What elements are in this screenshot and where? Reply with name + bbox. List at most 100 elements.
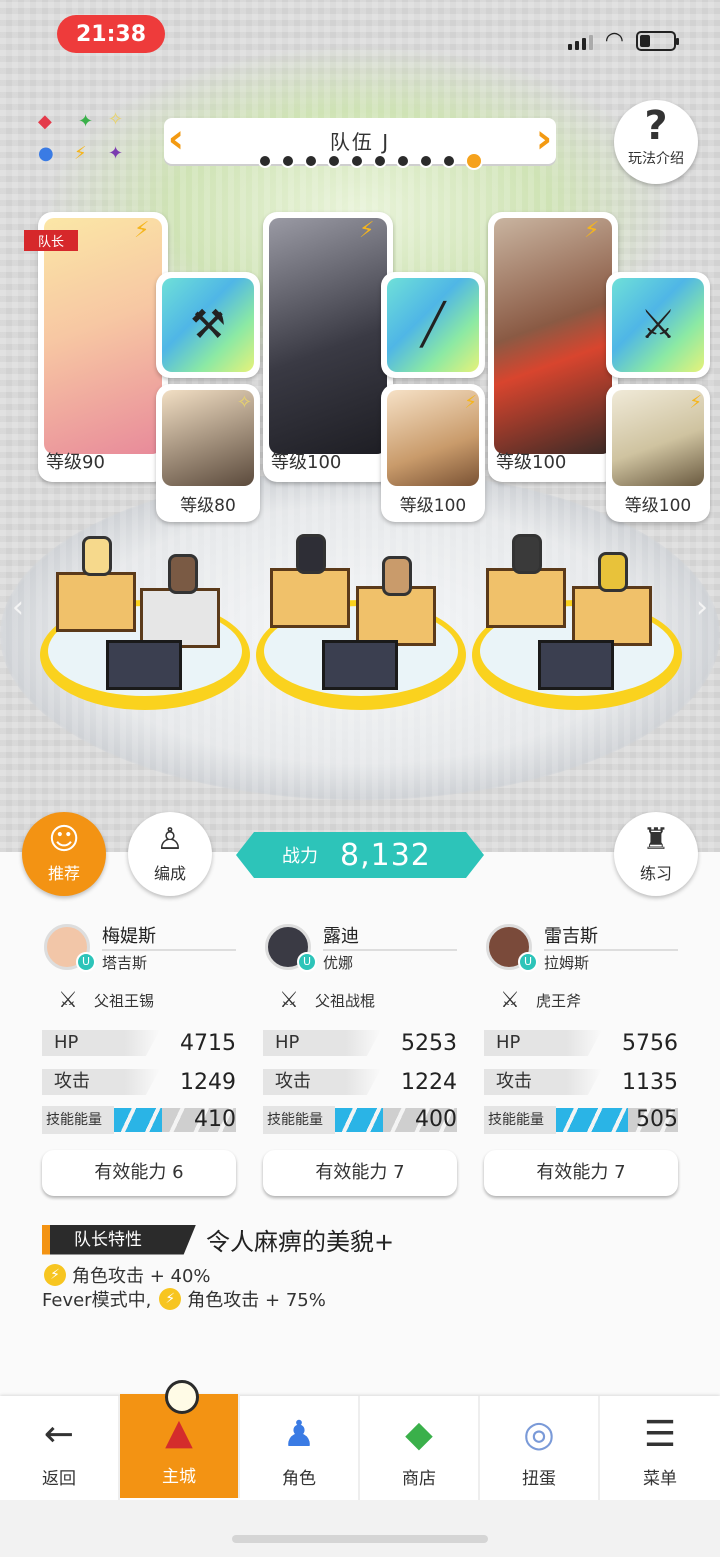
buff-text: 角色攻击 + 75% <box>187 1290 326 1311</box>
element-chart[interactable]: ◆ ✦ ✧ ● ⚡ ✦ <box>34 108 130 168</box>
main-character-card[interactable]: 等级100 <box>263 212 393 482</box>
diorama-slot-2[interactable] <box>256 534 466 710</box>
sub-character-name: 拉姆斯 <box>544 954 590 972</box>
help-button[interactable]: ? 玩法介绍 <box>614 100 698 184</box>
weapon-name: 父祖战棍 <box>315 991 376 1010</box>
weapon-card[interactable]: ⚒ <box>156 272 260 378</box>
formation-button[interactable]: ♙ 编成 <box>128 812 212 896</box>
character-stats-3: U 雷吉斯 拉姆斯 ⚔ 虎王斧 HP 5756 攻击 1135 技能能量 505 有… <box>484 922 678 1196</box>
pixel-character <box>82 536 112 576</box>
party-slot-1[interactable]: 等级90 队长 ⚡ ⚒ ✧ 等级80 <box>24 212 260 522</box>
tab-main-city[interactable]: ▲ 主城 <box>120 1380 240 1498</box>
attack-value: 1224 <box>401 1069 457 1095</box>
light-element-icon: ✧ <box>108 109 124 130</box>
main-character-card[interactable]: 等级90 <box>38 212 168 482</box>
combat-power-value: 8,132 <box>340 837 431 873</box>
weapon-pedestal <box>106 640 182 690</box>
status-time: 21:38 <box>57 15 165 53</box>
buff-text: 角色攻击 + 40% <box>72 1266 211 1287</box>
leader-skill: 队长特性 令人麻痹的美貌+ <box>42 1222 394 1257</box>
skill-energy-label: 技能能量 <box>484 1106 556 1134</box>
bottom-nav: ← 返回 ▲ 主城 ♟ 角色 ◆ 商店 ◎ 扭蛋 ☰ 菜单 <box>0 1380 720 1500</box>
diorama-slot-1[interactable] <box>40 536 250 710</box>
dark-element-icon: ✦ <box>108 143 124 164</box>
attack-value: 1135 <box>622 1069 678 1095</box>
castle-icon: ▲ <box>165 1412 193 1453</box>
page-dot[interactable] <box>419 154 433 168</box>
thunder-element-icon: ⚡ <box>159 1288 182 1310</box>
party-slot-3[interactable]: 等级100 ⚡ ⚔ ⚡ 等级100 <box>480 212 710 522</box>
page-dot[interactable] <box>373 154 387 168</box>
unit-badge-icon: U <box>518 952 538 972</box>
tab-shop[interactable]: ◆ 商店 <box>360 1396 480 1500</box>
sub-character-card[interactable]: ✧ 等级80 <box>156 384 260 522</box>
combat-power-banner: 战力 8,132 <box>236 832 484 878</box>
page-dot[interactable] <box>281 154 295 168</box>
leader-buff-2: Fever模式中, ⚡ 角色攻击 + 75% <box>42 1286 326 1312</box>
party-slot-2[interactable]: 等级100 ⚡ ╱ ⚡ 等级100 <box>255 212 485 522</box>
sub-character-name: 塔吉斯 <box>102 954 148 972</box>
page-dot[interactable] <box>258 154 272 168</box>
character-portrait <box>269 218 387 454</box>
weapon-card[interactable]: ╱ <box>381 272 485 378</box>
tab-label: 商店 <box>402 1469 436 1489</box>
effective-ability-button[interactable]: 有效能力 6 <box>42 1150 236 1196</box>
axe-icon: ⚔ <box>640 302 676 348</box>
scene-right-arrow-icon: › <box>696 590 708 625</box>
sub-character-card[interactable]: ⚡ 等级100 <box>606 384 710 522</box>
skill-energy: 技能能量 410 <box>42 1106 236 1134</box>
attack-label: 攻击 <box>263 1069 381 1095</box>
tab-characters[interactable]: ♟ 角色 <box>240 1396 360 1500</box>
pixel-character <box>296 534 326 574</box>
training-dummy-icon: ♜ <box>642 822 670 857</box>
tab-gacha[interactable]: ◎ 扭蛋 <box>480 1396 600 1500</box>
blue-element-icon: ● <box>38 143 54 164</box>
tab-menu[interactable]: ☰ 菜单 <box>600 1396 720 1500</box>
tab-label: 菜单 <box>643 1469 677 1489</box>
diorama-slot-3[interactable] <box>472 534 682 710</box>
pixel-character <box>512 534 542 574</box>
next-team-arrow-icon[interactable]: › <box>530 118 558 164</box>
character-figure-icon: ♟ <box>282 1414 316 1455</box>
sub-level: 等级80 <box>180 496 236 516</box>
pixel-character <box>598 552 628 592</box>
sub-character-card[interactable]: ⚡ 等级100 <box>381 384 485 522</box>
weapon-card[interactable]: ⚔ <box>606 272 710 378</box>
team-name: 队伍 J <box>329 130 391 154</box>
page-dot[interactable] <box>396 154 410 168</box>
effective-ability-button[interactable]: 有效能力 7 <box>484 1150 678 1196</box>
page-dot[interactable] <box>327 154 341 168</box>
skill-energy-label: 技能能量 <box>42 1106 114 1134</box>
effective-ability-button[interactable]: 有效能力 7 <box>263 1150 457 1196</box>
page-dot[interactable] <box>350 154 364 168</box>
person-gear-icon: ♙ <box>156 822 184 857</box>
leader-skill-title: 令人麻痹的美貌+ <box>206 1228 395 1256</box>
page-dot[interactable] <box>304 154 318 168</box>
leader-skill-label: 队长特性 <box>42 1224 196 1255</box>
practice-button[interactable]: ♜ 练习 <box>614 812 698 896</box>
pixel-character <box>382 556 412 596</box>
green-element-icon: ✦ <box>78 111 94 132</box>
weapon-icon: ⚔ <box>58 987 78 1013</box>
page-dot-active[interactable] <box>465 152 483 170</box>
recommend-button[interactable]: ☺ 推荐 <box>22 812 106 896</box>
character-group-icon: ☺ <box>48 822 80 857</box>
staff-icon: ╱ <box>420 302 446 348</box>
back-arrow-icon: ← <box>43 1414 75 1455</box>
red-element-icon: ◆ <box>38 111 52 132</box>
weapon-name: 虎王斧 <box>536 991 582 1010</box>
tab-label: 主城 <box>162 1467 196 1487</box>
unit-badge-icon: U <box>297 952 317 972</box>
practice-label: 练习 <box>639 864 672 883</box>
page-dot[interactable] <box>442 154 456 168</box>
character-portrait <box>494 218 612 454</box>
hp-label: HP <box>263 1030 381 1056</box>
tab-back[interactable]: ← 返回 <box>0 1396 120 1500</box>
hp-label: HP <box>484 1030 602 1056</box>
tab-label: 扭蛋 <box>522 1469 556 1489</box>
sub-level: 等级100 <box>624 496 692 516</box>
wifi-icon: ◠ <box>604 28 624 53</box>
thunder-element-icon: ⚡ <box>44 1264 66 1286</box>
team-page-dots <box>258 152 483 170</box>
main-character-card[interactable]: 等级100 <box>488 212 618 482</box>
